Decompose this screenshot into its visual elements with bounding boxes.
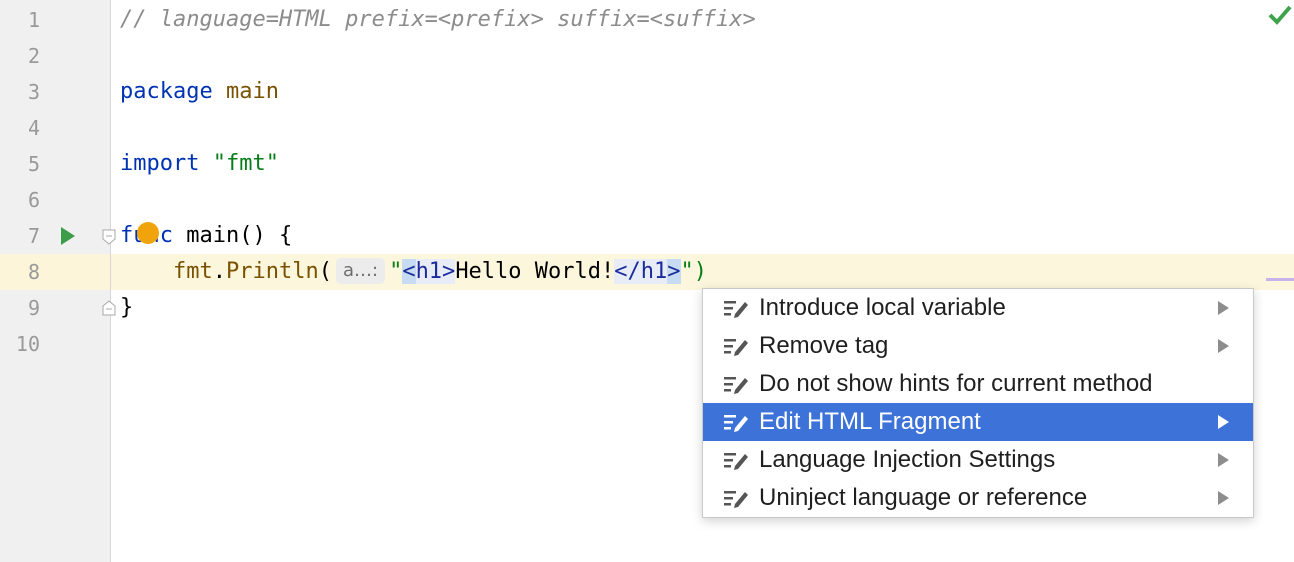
intention-action-icon	[724, 339, 748, 356]
menu-item-label: Do not show hints for current method	[759, 370, 1153, 397]
submenu-arrow-icon	[1218, 415, 1229, 429]
menu-item-introduce-local-variable[interactable]: Introduce local variable	[703, 289, 1253, 327]
submenu-arrow-icon	[1218, 301, 1229, 315]
code-line-3[interactable]: package main	[120, 74, 1294, 110]
intention-action-icon	[724, 453, 748, 470]
menu-item-remove-tag[interactable]: Remove tag	[703, 327, 1253, 365]
code-line-1[interactable]: // language=HTML prefix=<prefix> suffix=…	[120, 2, 1294, 38]
line-number: 9	[27, 296, 40, 320]
keyword-package: package	[120, 79, 213, 104]
fmt-package-ref: fmt	[172, 259, 213, 284]
check-icon[interactable]	[1266, 4, 1294, 26]
line-number: 1	[27, 8, 40, 32]
tag-bracket: <	[402, 259, 416, 284]
dot: .	[212, 259, 226, 284]
package-name: main	[225, 79, 279, 104]
line-number: 10	[15, 332, 40, 356]
line-number: 2	[27, 44, 40, 68]
string-quote-close: ")	[680, 259, 708, 284]
menu-item-uninject-language[interactable]: Uninject language or reference	[703, 479, 1253, 517]
import-string: "fmt"	[212, 151, 279, 176]
line-number: 7	[27, 224, 40, 248]
menu-item-edit-html-fragment[interactable]: Edit HTML Fragment	[703, 403, 1253, 441]
code-line-8[interactable]: fmt.Println(a…: "<h1>Hello World!</h1>")	[120, 254, 1294, 290]
menu-item-do-not-show-hints[interactable]: Do not show hints for current method	[703, 365, 1253, 403]
intention-action-icon	[724, 491, 748, 508]
html-tag-close: </h1	[614, 259, 668, 284]
line-number: 5	[27, 152, 40, 176]
submenu-arrow-icon	[1218, 339, 1229, 353]
menu-item-label: Introduce local variable	[759, 294, 1006, 321]
menu-item-language-injection-settings[interactable]: Language Injection Settings	[703, 441, 1253, 479]
menu-item-label: Language Injection Settings	[759, 446, 1056, 473]
line-number: 4	[27, 116, 40, 140]
code-line-7[interactable]: func main() {	[120, 218, 1294, 254]
html-text: Hello World!	[455, 259, 615, 284]
fold-icon[interactable]	[102, 229, 116, 245]
html-tag-open: <h1>	[402, 259, 456, 284]
tag-name: h1>	[415, 259, 456, 284]
line-number: 6	[27, 188, 40, 212]
error-stripe-marker[interactable]	[1266, 278, 1294, 281]
println-call: Println	[225, 259, 319, 284]
func-signature: main() {	[186, 223, 293, 248]
line-number: 8	[27, 260, 40, 284]
fold-icon[interactable]	[102, 300, 116, 316]
parameter-hint[interactable]: a…:	[335, 258, 386, 284]
intention-action-icon	[724, 377, 748, 394]
code-comment: // language=HTML prefix=<prefix> suffix=…	[120, 7, 756, 32]
menu-item-label: Remove tag	[759, 332, 889, 359]
menu-item-label: Uninject language or reference	[759, 484, 1088, 511]
tag-bracket-close: >	[667, 259, 681, 284]
intention-action-icon	[724, 301, 748, 318]
intention-action-icon	[724, 415, 748, 432]
intention-bulb-icon[interactable]	[137, 222, 159, 244]
submenu-arrow-icon	[1218, 453, 1229, 467]
keyword-import: import	[120, 151, 200, 176]
string-quote: "	[389, 259, 403, 284]
run-icon[interactable]	[58, 226, 78, 246]
intention-actions-popup: Introduce local variable Remove tag Do n…	[702, 288, 1254, 518]
closing-brace: }	[120, 295, 134, 320]
menu-item-label: Edit HTML Fragment	[759, 408, 981, 435]
code-line-5[interactable]: import "fmt"	[120, 146, 1294, 182]
line-number: 3	[27, 80, 40, 104]
submenu-arrow-icon	[1218, 491, 1229, 505]
open-paren: (	[318, 259, 332, 284]
